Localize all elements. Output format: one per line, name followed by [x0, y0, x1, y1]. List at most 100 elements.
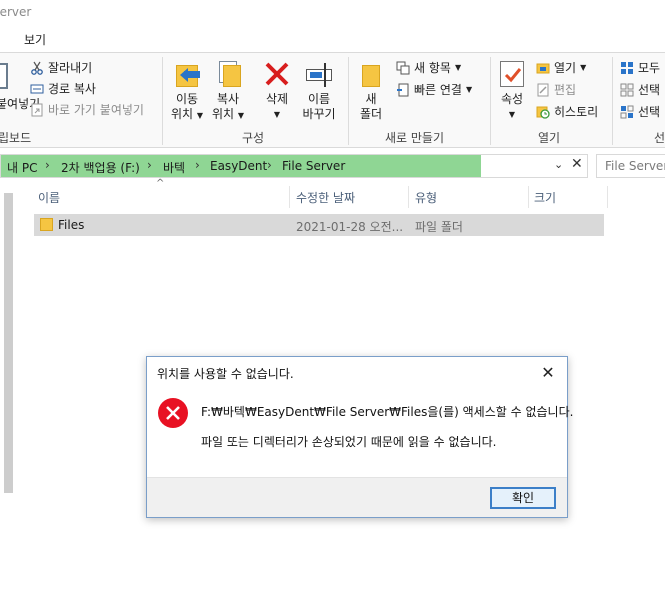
copy-path-button[interactable]: 경로 복사 — [30, 80, 96, 97]
error-dialog: 위치를 사용할 수 없습니다. ✕ F:₩바텍₩EasyDent₩File Se… — [146, 356, 573, 518]
breadcrumb-drive[interactable]: 2차 백업용 (F:) — [61, 159, 140, 176]
copy-to-icon — [213, 59, 243, 89]
column-divider[interactable] — [408, 186, 409, 208]
chevron-down-icon: ▼ — [580, 63, 587, 72]
breadcrumb-file-server[interactable]: File Server — [282, 159, 345, 173]
chevron-right-icon[interactable]: › — [45, 158, 50, 172]
invert-selection-button[interactable]: 선택 — [620, 103, 660, 120]
edit-label: 편집 — [554, 83, 577, 97]
close-icon[interactable]: ✕ — [571, 156, 583, 172]
chevron-down-icon: ▼ — [508, 110, 516, 119]
window-title: Server — [0, 5, 32, 19]
properties-label: 속성 — [500, 92, 524, 106]
history-icon — [536, 106, 550, 119]
ribbon-separator — [162, 57, 163, 145]
move-to-button[interactable]: 이동 위치 ▼ — [168, 59, 206, 123]
ribbon: 붙여넣기 잘라내기 경로 복사 바로 가기 붙여넣기 립보드 이동 위치 ▼ 복… — [0, 52, 665, 148]
ribbon-tab-row: 보기 — [0, 26, 665, 52]
column-divider[interactable] — [528, 186, 529, 208]
select-group-label: 선 — [654, 131, 665, 145]
rename-label-1: 이름 — [307, 92, 331, 106]
select-all-label: 모두 — [638, 61, 661, 75]
search-input[interactable]: File Server — [605, 159, 665, 173]
chevron-down-icon: ▼ — [454, 63, 462, 72]
breadcrumb-easydent[interactable]: EasyDent — [210, 159, 267, 173]
edit-button[interactable]: 편집 — [536, 81, 576, 98]
chevron-right-icon[interactable]: › — [147, 158, 152, 172]
breadcrumb-this-pc[interactable]: 내 PC — [7, 159, 37, 176]
scissors-icon — [31, 61, 43, 75]
tab-view[interactable]: 보기 — [24, 31, 46, 48]
ribbon-separator — [490, 57, 491, 145]
row-name: Files — [58, 218, 85, 232]
table-row[interactable]: Files 2021-01-28 오전... 파일 폴더 — [34, 214, 604, 236]
paste-shortcut-button[interactable]: 바로 가기 붙여넣기 — [30, 101, 144, 118]
copy-to-label-2: 위치 — [211, 107, 235, 121]
delete-x-icon — [262, 59, 292, 89]
row-date: 2021-01-28 오전... — [296, 220, 404, 234]
nav-scrollbar[interactable] — [4, 193, 13, 493]
address-dropdown-icon[interactable]: ⌄ — [554, 158, 563, 171]
paste-icon[interactable] — [0, 63, 8, 89]
new-folder-button[interactable]: 새 폴더 — [354, 59, 388, 122]
open-button[interactable]: 열기 ▼ — [536, 59, 586, 76]
ok-button[interactable]: 확인 — [490, 487, 556, 509]
chevron-down-icon: ▼ — [465, 85, 473, 94]
invert-selection-label: 선택 — [638, 105, 661, 119]
new-item-label: 새 항목 — [414, 61, 451, 75]
column-header-size[interactable]: 크기 — [534, 189, 556, 211]
copy-path-icon — [30, 84, 44, 93]
delete-button[interactable]: 삭제 ▼ — [258, 59, 296, 122]
column-header-date[interactable]: 수정한 날짜 — [296, 189, 355, 211]
chevron-down-icon: ▼ — [273, 110, 281, 119]
new-folder-label-2: 폴더 — [359, 107, 383, 121]
easy-access-button[interactable]: 빠른 연결 ▼ — [396, 81, 472, 98]
cut-button[interactable]: 잘라내기 — [30, 59, 92, 76]
dialog-footer: 확인 — [147, 477, 567, 517]
new-item-icon — [396, 61, 410, 74]
invert-selection-icon — [620, 105, 634, 118]
paste-shortcut-icon — [31, 103, 43, 116]
select-all-icon — [621, 61, 633, 74]
easy-access-label: 빠른 연결 — [414, 83, 462, 97]
select-none-button[interactable]: 선택 — [620, 81, 660, 98]
title-bar: Server — [0, 0, 665, 26]
column-header-type[interactable]: 유형 — [415, 189, 437, 211]
copy-to-button[interactable]: 복사 위치 ▼ — [208, 59, 248, 123]
chevron-right-icon[interactable]: › — [267, 158, 272, 172]
move-to-icon — [172, 59, 202, 89]
row-type: 파일 폴더 — [415, 220, 463, 234]
select-none-icon — [620, 83, 634, 96]
address-bar[interactable]: 내 PC › 2차 백업용 (F:) › 바텍 › EasyDent › Fil… — [0, 154, 588, 178]
chevron-down-icon: ▼ — [196, 111, 204, 120]
sort-arrow-icon: ^ — [156, 178, 165, 189]
cut-label: 잘라내기 — [48, 61, 93, 75]
column-divider[interactable] — [607, 186, 608, 208]
move-to-label-2: 위치 — [170, 107, 194, 121]
navigation-pane — [0, 183, 16, 593]
dialog-message-2: 파일 또는 디렉터리가 손상되었기 때문에 읽을 수 없습니다. — [201, 435, 497, 449]
paste-shortcut-label: 바로 가기 붙여넣기 — [48, 103, 144, 117]
properties-button[interactable]: 속성 ▼ — [494, 59, 530, 122]
column-divider[interactable] — [289, 186, 290, 208]
breadcrumb-vatech[interactable]: 바텍 — [163, 159, 185, 176]
search-box[interactable]: File Server — [596, 154, 665, 178]
edit-icon — [537, 83, 549, 96]
history-label: 히스토리 — [554, 105, 599, 119]
new-item-button[interactable]: 새 항목 ▼ — [396, 59, 461, 76]
error-icon — [158, 398, 188, 428]
select-all-button[interactable]: 모두 — [620, 59, 660, 76]
rename-button[interactable]: 이름 바꾸기 — [298, 59, 340, 122]
chevron-right-icon[interactable]: › — [195, 158, 200, 172]
copy-path-label: 경로 복사 — [48, 82, 96, 96]
ribbon-separator — [348, 57, 349, 145]
dialog-message-1: F:₩바텍₩EasyDent₩File Server₩Files을(를) 액세스… — [201, 405, 574, 419]
new-folder-icon — [356, 59, 386, 89]
history-button[interactable]: 히스토리 — [536, 103, 598, 120]
move-to-label-1: 이동 — [175, 92, 199, 106]
folder-icon — [40, 218, 53, 231]
close-icon[interactable]: ✕ — [537, 362, 559, 384]
clipboard-group-label: 립보드 — [0, 131, 32, 145]
column-header-name[interactable]: 이름 — [38, 189, 60, 211]
open-icon — [536, 63, 550, 73]
